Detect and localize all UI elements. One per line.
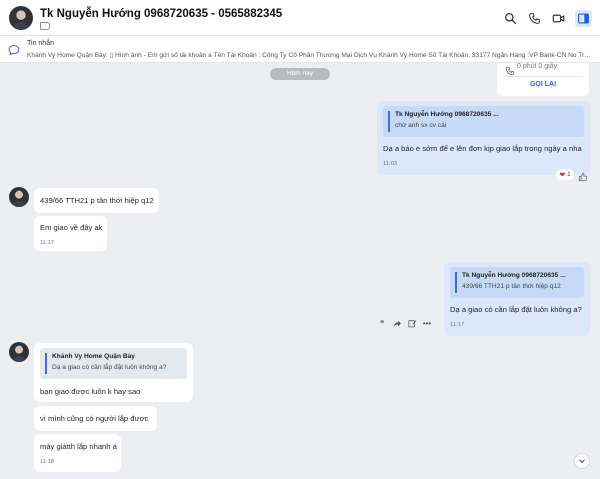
phone-icon[interactable] [527,11,542,26]
message-time: 11:17 [450,322,465,328]
heart-icon: ❤ [559,171,566,179]
outgoing-message[interactable]: Tk Nguyễn Hướng 0968720635 ... chờ anh s… [377,101,590,175]
call-log-card: 0 phút 0 giây GỌI LẠI [497,63,589,96]
quote-text: Dạ a giao có cần lắp đặt luôn không a? [52,364,167,371]
video-icon[interactable] [551,11,566,26]
contact-avatar[interactable] [9,6,33,30]
like-icon[interactable] [578,169,588,182]
message-text: Em giao về đây ak [40,223,103,232]
edit-icon[interactable] [407,318,417,328]
search-icon[interactable] [503,11,518,26]
missed-call-icon [505,63,515,76]
call-duration: 0 phút 0 giây [517,63,558,70]
reaction-count: 1 [567,171,571,178]
sidebar-toggle-icon[interactable] [575,10,592,27]
reaction-badge[interactable]: ❤ 1 [556,169,574,180]
message-text: Dạ a giao có cần lắp đặt luôn không a? [450,305,582,314]
quote-author: Tk Nguyễn Hướng 0968720635 ... [395,111,499,118]
sender-avatar[interactable] [9,342,29,362]
pinned-text: Khánh Vy Home Quận Bảy: ▯ Hình ảnh - Em … [27,52,593,59]
tag-icon[interactable] [40,22,50,30]
incoming-message[interactable]: Khánh Vy Home Quận Bảy Dạ a giao có cần … [34,343,193,402]
message-text: vì mình cũng có người lắp được [40,414,149,423]
chevron-down-icon [579,459,585,463]
outgoing-message[interactable]: Tk Nguyễn Hướng 0968720635 ... 439/66 TT… [444,262,590,336]
message-hover-actions: ❝ ••• [377,318,432,328]
message-text: bạn giao được luôn k hay sao [40,387,141,396]
message-text: 439/66 TTH21 p tân thới hiệp q12 [40,196,154,205]
contact-name[interactable]: Tk Nguyễn Hướng 0968720635 - 0565882345 [40,8,282,20]
forward-icon[interactable] [392,318,402,328]
pinned-message-bar[interactable]: Tin nhắn Khánh Vy Home Quận Bảy: ▯ Hình … [0,36,600,63]
message-text: Dạ a báo e sớm để e lên đơn kịp giao lắp… [383,144,582,153]
quoted-message[interactable]: Tk Nguyễn Hướng 0968720635 ... 439/66 TT… [450,267,584,298]
call-back-button[interactable]: GỌI LẠI [497,81,589,88]
quoted-message[interactable]: Tk Nguyễn Hướng 0968720635 ... chờ anh s… [383,106,584,137]
quote-text: 439/66 TTH21 p tân thới hiệp q12 [462,283,561,290]
quote-reply-icon[interactable]: ❝ [377,318,387,328]
more-options-icon[interactable]: ••• [422,318,432,328]
message-text: máy giátth lắp nhanh á [40,442,117,451]
pinned-title: Tin nhắn [27,40,54,47]
message-time: 11:18 [40,459,55,465]
incoming-message[interactable]: Em giao về đây ak 11:17 [34,216,107,251]
quote-text: chờ anh sx cv cái [395,122,447,129]
message-time: 11:03 [383,161,398,167]
incoming-message[interactable]: máy giátth lắp nhanh á 11:18 [34,434,121,472]
scroll-to-bottom-button[interactable] [574,453,590,469]
header-actions [503,10,592,27]
quote-author: Tk Nguyễn Hướng 0968720635 ... [462,272,566,279]
message-time: 11:17 [40,240,55,246]
date-divider: Hôm nay [270,68,330,80]
chat-header: Tk Nguyễn Hướng 0968720635 - 0565882345 [0,0,600,36]
divider [503,76,583,77]
quote-author: Khánh Vy Home Quận Bảy [52,353,135,360]
quoted-message[interactable]: Khánh Vy Home Quận Bảy Dạ a giao có cần … [40,348,187,379]
sender-avatar[interactable] [9,187,29,207]
chat-bubble-icon [8,43,20,56]
incoming-message[interactable]: 439/66 TTH21 p tân thới hiệp q12 [34,188,159,213]
incoming-message[interactable]: vì mình cũng có người lắp được [34,406,157,431]
